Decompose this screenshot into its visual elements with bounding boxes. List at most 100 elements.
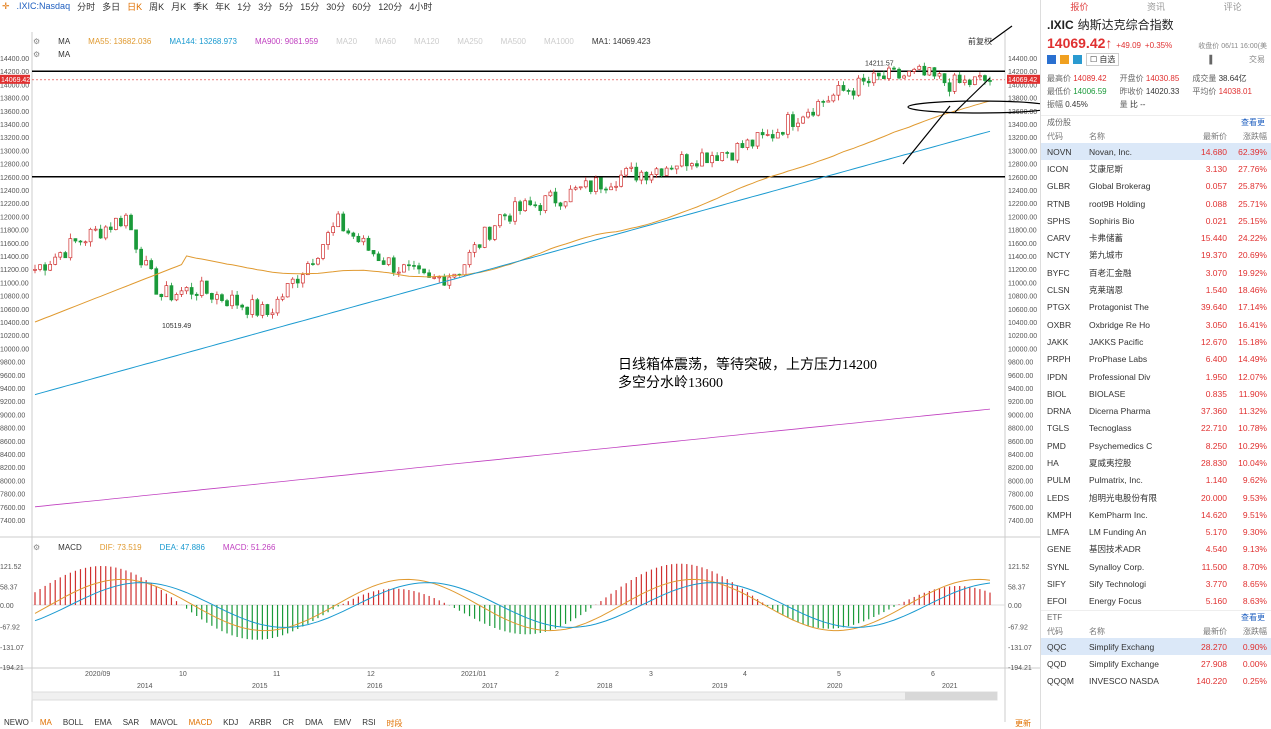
ma-item[interactable]: MA900: 9081.959 bbox=[255, 37, 318, 46]
indicator-tab[interactable]: BOLL bbox=[63, 718, 83, 729]
adjust-select[interactable]: 前复权 bbox=[968, 36, 992, 47]
ma-item[interactable]: MA500 bbox=[501, 37, 526, 46]
table-row[interactable]: JAKK JAKKS Pacific 12.670 15.18% bbox=[1041, 333, 1271, 350]
chart-area[interactable]: 14400.00 14400.00 14200.00 14200.00 14000.00… bbox=[0, 12, 1040, 729]
ma-item[interactable]: MA144: 13268.973 bbox=[169, 37, 237, 46]
trade-button[interactable]: 交易 bbox=[1249, 54, 1265, 65]
flag-icon[interactable] bbox=[1047, 55, 1056, 64]
table-row[interactable]: IPDN Professional Div 1.950 12.07% bbox=[1041, 368, 1271, 385]
column-header[interactable]: 涨跌幅 bbox=[1229, 129, 1271, 143]
period-tab[interactable]: 120分 bbox=[378, 0, 402, 13]
cell-price: 5.170 bbox=[1205, 527, 1227, 538]
ma-item[interactable]: MA60 bbox=[375, 37, 396, 46]
indicator-tab[interactable]: CR bbox=[283, 718, 295, 729]
table-row[interactable]: BYFC 百老汇金融 3.070 19.92% bbox=[1041, 264, 1271, 281]
share-icon[interactable] bbox=[1073, 55, 1082, 64]
indicator-tab[interactable]: 时段 bbox=[387, 718, 403, 729]
etf-more-link[interactable]: 查看更 bbox=[1241, 612, 1265, 623]
table-row[interactable]: SPHS Sophiris Bio 0.021 25.15% bbox=[1041, 212, 1271, 229]
column-header[interactable]: 最新价 bbox=[1189, 129, 1229, 143]
table-row[interactable]: PTGX Protagonist The 39.640 17.14% bbox=[1041, 299, 1271, 316]
indicator-tab[interactable]: KDJ bbox=[223, 718, 238, 729]
indicator-tab[interactable]: NEWO bbox=[4, 718, 29, 729]
table-row[interactable]: BIOL BIOLASE 0.835 11.90% bbox=[1041, 385, 1271, 402]
table-row[interactable]: QQD Simplify Exchange 27.908 0.00% bbox=[1041, 655, 1271, 672]
table-row[interactable]: RTNB root9B Holding 0.088 25.71% bbox=[1041, 195, 1271, 212]
quote-tab[interactable]: 报价 bbox=[1041, 0, 1118, 13]
indicator-tab[interactable]: MACD bbox=[189, 718, 213, 729]
period-tab[interactable]: 季K bbox=[193, 0, 208, 13]
update-button[interactable]: 更新 bbox=[1015, 718, 1031, 729]
indicator-tab[interactable]: ARBR bbox=[249, 718, 271, 729]
column-header[interactable]: 最新价 bbox=[1189, 624, 1229, 638]
candle bbox=[43, 264, 47, 271]
table-row[interactable]: CLSN 克莱瑞恩 1.540 18.46% bbox=[1041, 281, 1271, 298]
table-row[interactable]: CARV 卡弗储蓄 15.440 24.22% bbox=[1041, 229, 1271, 246]
constituents-more-link[interactable]: 查看更 bbox=[1241, 117, 1265, 128]
settings-icon[interactable]: ⚙ bbox=[33, 543, 40, 552]
quote-tab[interactable]: 资讯 bbox=[1118, 0, 1195, 13]
period-tab[interactable]: 年K bbox=[215, 0, 230, 13]
table-row[interactable]: EFOI Energy Focus 5.160 8.63% bbox=[1041, 593, 1271, 610]
indicator-tab[interactable]: MA bbox=[40, 718, 52, 729]
ma-item[interactable]: MA250 bbox=[457, 37, 482, 46]
ma-item[interactable]: MA120 bbox=[414, 37, 439, 46]
ma-item[interactable]: MA20 bbox=[336, 37, 357, 46]
table-row[interactable]: LEDS 旭明光电股份有限 20.000 9.53% bbox=[1041, 489, 1271, 506]
kline-chart[interactable]: 14400.00 14400.0014200.00 14200.0014000.00… bbox=[0, 12, 1040, 729]
indicator-tab[interactable]: MAVOL bbox=[150, 718, 177, 729]
indicator-tab[interactable]: SAR bbox=[123, 718, 139, 729]
table-row[interactable]: LMFA LM Funding An 5.170 9.30% bbox=[1041, 524, 1271, 541]
column-header[interactable]: 名称 bbox=[1089, 624, 1189, 638]
period-tab[interactable]: 月K bbox=[171, 0, 186, 13]
period-tab[interactable]: 5分 bbox=[279, 0, 293, 13]
indicator-tab[interactable]: EMA bbox=[94, 718, 111, 729]
indicator-tab[interactable]: RSI bbox=[362, 718, 375, 729]
period-tab[interactable]: 1分 bbox=[237, 0, 251, 13]
ma-item[interactable]: MA1000 bbox=[544, 37, 574, 46]
settings-icon[interactable]: ⚙ bbox=[33, 50, 40, 59]
period-tab[interactable]: 15分 bbox=[300, 0, 319, 13]
column-header[interactable]: 代码 bbox=[1041, 624, 1089, 638]
table-row[interactable]: PMD Psychemedics C 8.250 10.29% bbox=[1041, 437, 1271, 454]
table-row[interactable]: OXBR Oxbridge Re Ho 3.050 16.41% bbox=[1041, 316, 1271, 333]
period-tab[interactable]: 分时 bbox=[77, 0, 95, 13]
quote-tab[interactable]: 评论 bbox=[1194, 0, 1271, 13]
column-header[interactable]: 代码 bbox=[1041, 129, 1089, 143]
period-tab[interactable]: 3分 bbox=[258, 0, 272, 13]
settings-icon[interactable]: ⚙ bbox=[33, 37, 40, 46]
table-row[interactable]: QQC Simplify Exchang 28.270 0.90% bbox=[1041, 638, 1271, 656]
table-row[interactable]: NOVN Novan, Inc. 14.680 62.39% bbox=[1041, 143, 1271, 161]
crosshair-icon[interactable]: ✛ bbox=[2, 1, 10, 12]
column-header[interactable]: 名称 bbox=[1089, 129, 1189, 143]
table-row[interactable]: DRNA Dicerna Pharma 37.360 11.32% bbox=[1041, 402, 1271, 419]
table-row[interactable]: PRPH ProPhase Labs 6.400 14.49% bbox=[1041, 351, 1271, 368]
ma-item[interactable]: MA1: 14069.423 bbox=[592, 37, 651, 46]
table-row[interactable]: QQQM INVESCO NASDA 140.220 0.25% bbox=[1041, 673, 1271, 690]
table-row[interactable]: GLBR Global Brokerag 0.057 25.87% bbox=[1041, 178, 1271, 195]
symbol-label[interactable]: .IXIC:Nasdaq bbox=[17, 1, 71, 11]
table-row[interactable]: SIFY Sify Technologi 3.770 8.65% bbox=[1041, 575, 1271, 592]
table-row[interactable]: SYNL Synalloy Corp. 11.500 8.70% bbox=[1041, 558, 1271, 575]
table-row[interactable]: TGLS Tecnoglass 22.710 10.78% bbox=[1041, 420, 1271, 437]
indicator-tab[interactable]: DMA bbox=[305, 718, 323, 729]
period-tab[interactable]: 周K bbox=[149, 0, 164, 13]
period-tab[interactable]: 30分 bbox=[326, 0, 345, 13]
indicator-tab[interactable]: EMV bbox=[334, 718, 351, 729]
table-row[interactable]: HA 夏威夷控股 28.830 10.04% bbox=[1041, 454, 1271, 471]
pin-icon[interactable]: ▌ bbox=[1209, 55, 1215, 64]
period-tab[interactable]: 日K bbox=[127, 0, 142, 13]
watchlist-button[interactable]: ☐ 自选 bbox=[1086, 53, 1120, 66]
table-row[interactable]: ICON 艾康尼斯 3.130 27.76% bbox=[1041, 160, 1271, 177]
cell-name: 卡弗储蓄 bbox=[1089, 233, 1124, 244]
column-header[interactable]: 涨跌幅 bbox=[1229, 624, 1271, 638]
period-tab[interactable]: 4小时 bbox=[409, 0, 432, 13]
period-tab[interactable]: 多日 bbox=[102, 0, 120, 13]
period-tab[interactable]: 60分 bbox=[352, 0, 371, 13]
ma-item[interactable]: MA55: 13682.036 bbox=[88, 37, 151, 46]
table-row[interactable]: NCTY 第九城市 19.370 20.69% bbox=[1041, 247, 1271, 264]
table-row[interactable]: GENE 基因技术ADR 4.540 9.13% bbox=[1041, 541, 1271, 558]
table-row[interactable]: PULM Pulmatrix, Inc. 1.140 9.62% bbox=[1041, 472, 1271, 489]
alert-icon[interactable] bbox=[1060, 55, 1069, 64]
table-row[interactable]: KMPH KemPharm Inc. 14.620 9.51% bbox=[1041, 506, 1271, 523]
